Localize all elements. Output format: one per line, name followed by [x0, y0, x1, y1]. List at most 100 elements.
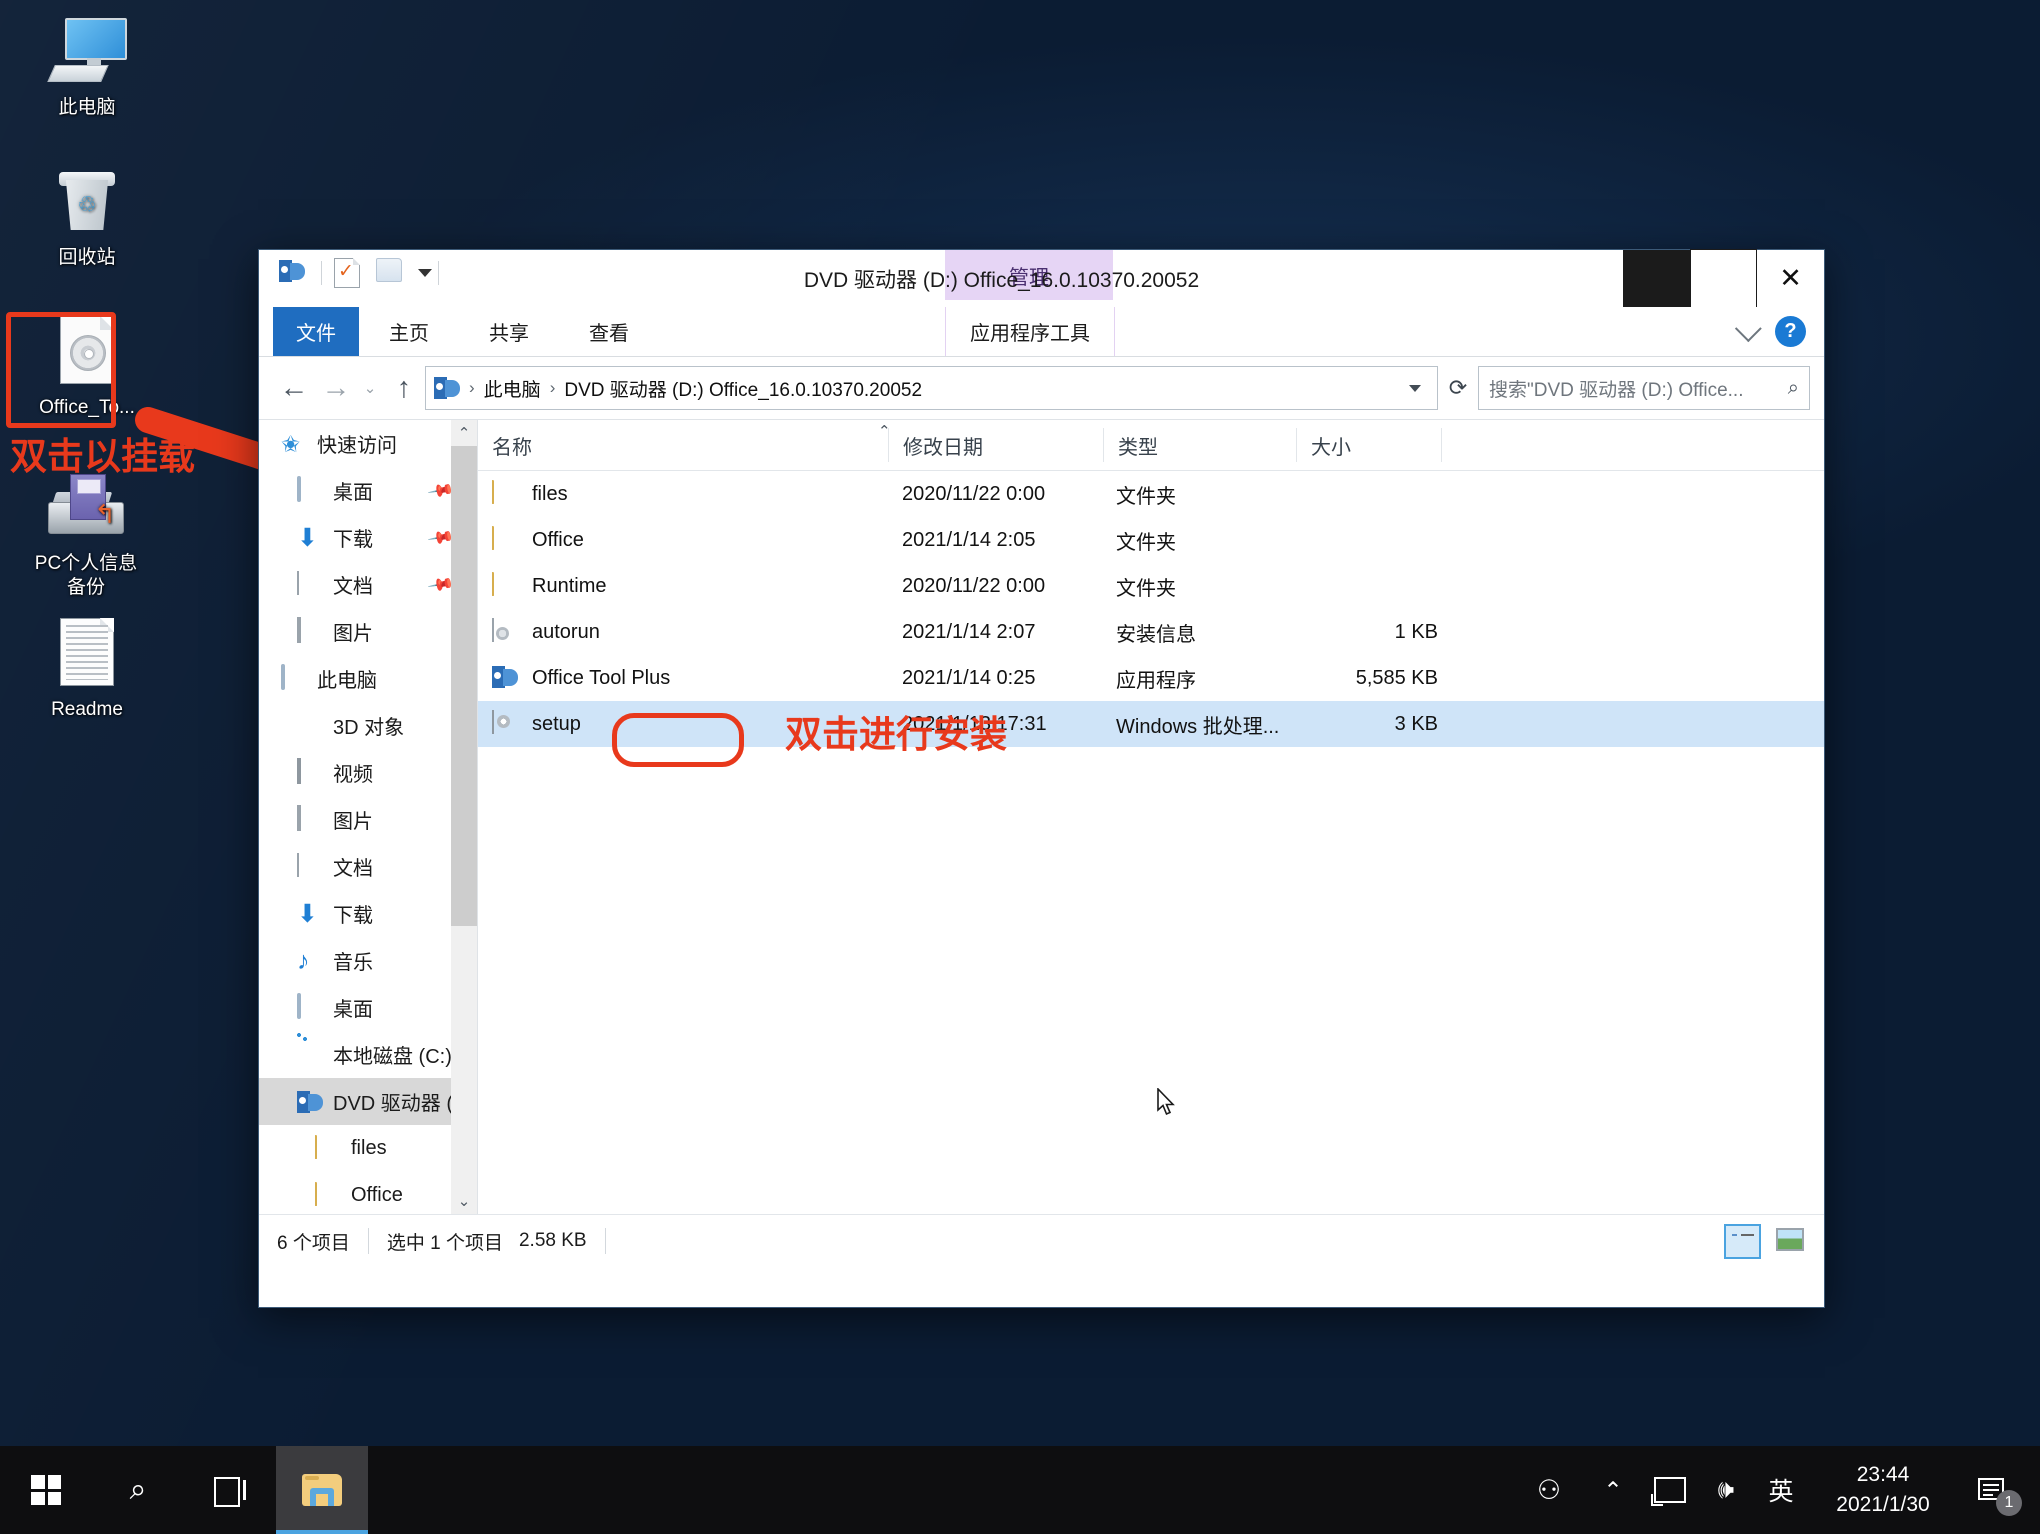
file-date-cell: 2021/1/13 17:31: [902, 712, 1047, 735]
column-header-name[interactable]: 名称: [478, 428, 889, 462]
sidebar-item-10[interactable]: ⬇ 下载: [259, 890, 477, 937]
tab-home[interactable]: 主页: [371, 307, 447, 356]
scroll-down-icon[interactable]: ⌄: [451, 1188, 477, 1214]
desktop-icon-label-line2: 备份: [66, 577, 105, 598]
table-row[interactable]: Office 2021/1/14 2:05 文件夹: [478, 517, 1824, 563]
desktop-icon-this-pc[interactable]: 此电脑: [12, 14, 162, 120]
minimize-button[interactable]: [1623, 250, 1690, 307]
sidebar-item-15[interactable]: files: [259, 1125, 477, 1172]
volume-icon[interactable]: 🕪: [1698, 1446, 1754, 1534]
desktop-icon-pc-backup[interactable]: ↰ PC个人信息 备份: [6, 470, 166, 600]
tab-view[interactable]: 查看: [571, 307, 647, 356]
sidebar-item-16[interactable]: Office: [259, 1172, 477, 1214]
status-selection: 选中 1 个项目: [386, 1232, 503, 1254]
sidebar-item-4[interactable]: 图片: [259, 608, 477, 655]
help-icon[interactable]: ?: [1775, 316, 1806, 347]
sidebar-item-3[interactable]: 文档 📌: [259, 561, 477, 608]
sidebar-item-6[interactable]: 3D 对象: [259, 702, 477, 749]
table-row[interactable]: Runtime 2020/11/22 0:00 文件夹: [478, 563, 1824, 609]
file-size-cell: [1294, 563, 1462, 609]
tab-file[interactable]: 文件: [273, 307, 359, 356]
file-name: Office Tool Plus: [532, 666, 671, 689]
sidebar-item-12[interactable]: 桌面: [259, 984, 477, 1031]
chevron-down-icon[interactable]: [1409, 384, 1421, 392]
file-name-cell: Office Tool Plus: [478, 655, 888, 701]
scrollbar-thumb[interactable]: [451, 446, 477, 926]
file-name-cell: Runtime: [478, 563, 888, 609]
people-icon[interactable]: ⚇: [1514, 1446, 1584, 1534]
breadcrumb-this-pc[interactable]: 此电脑: [484, 375, 541, 402]
file-size-cell: 3 KB: [1394, 712, 1438, 735]
file-type-cell: 安装信息: [1116, 623, 1196, 646]
sidebar-item-0[interactable]: ✬ 快速访问: [259, 420, 477, 467]
documents-icon: [297, 852, 323, 880]
pictures-icon: [297, 616, 323, 645]
desktop-icon-readme[interactable]: Readme: [12, 616, 162, 722]
recent-locations-icon[interactable]: ⌄: [357, 367, 383, 409]
3d-objects-icon: [297, 713, 323, 739]
sidebar-item-9[interactable]: 文档: [259, 843, 477, 890]
column-header-size[interactable]: 大小: [1297, 428, 1442, 462]
file-type-cell: 应用程序: [1116, 669, 1196, 692]
breadcrumb-dvd-drive[interactable]: DVD 驱动器 (D:) Office_16.0.10370.20052: [564, 375, 922, 402]
desktop-icon-recycle-bin[interactable]: ♲ 回收站: [12, 164, 162, 270]
taskbar-search-button[interactable]: ⌕: [92, 1446, 184, 1534]
downloads-icon: ⬇: [297, 523, 318, 552]
sidebar-item-8[interactable]: 图片: [259, 796, 477, 843]
taskbar-file-explorer-button[interactable]: [276, 1446, 368, 1534]
sidebar-item-label: 文档: [333, 858, 373, 880]
network-icon[interactable]: [1642, 1446, 1698, 1534]
table-row[interactable]: autorun 2021/1/14 2:07 安装信息 1 KB: [478, 609, 1824, 655]
tab-share[interactable]: 共享: [471, 307, 547, 356]
maximize-button[interactable]: [1690, 249, 1757, 308]
search-input[interactable]: 搜索"DVD 驱动器 (D:) Office... ⌕: [1478, 366, 1810, 410]
chevron-down-icon[interactable]: [1734, 315, 1762, 343]
up-button[interactable]: ↑: [383, 367, 425, 409]
sidebar-item-13[interactable]: 本地磁盘 (C:): [259, 1031, 477, 1078]
tab-application-tools[interactable]: 应用程序工具: [945, 307, 1115, 356]
folder-icon: [315, 1134, 341, 1162]
back-button[interactable]: ←: [273, 367, 315, 409]
sidebar-item-label: 音乐: [333, 952, 373, 974]
sidebar-item-5[interactable]: 此电脑: [259, 655, 477, 702]
file-name: autorun: [532, 620, 600, 643]
file-name-cell: Office: [478, 517, 888, 563]
address-bar[interactable]: › 此电脑 › DVD 驱动器 (D:) Office_16.0.10370.2…: [425, 366, 1438, 410]
sidebar-item-7[interactable]: 视频: [259, 749, 477, 796]
notifications-button[interactable]: 1: [1958, 1446, 2026, 1534]
sidebar-item-11[interactable]: ♪ 音乐: [259, 937, 477, 984]
folder-icon: [492, 526, 520, 553]
sidebar-item-2[interactable]: ⬇ 下载 📌: [259, 514, 477, 561]
navigation-tree: ✬ 快速访问 桌面 📌 ⬇ 下载 📌 文档 📌 图片 此电脑 3D 对象 视频 图片 文档 ⬇ 下载 ♪ 音乐 桌面本…: [259, 420, 477, 1214]
application-icon: [492, 665, 520, 691]
sidebar-item-label: Office: [351, 1184, 403, 1206]
task-view-button[interactable]: [184, 1446, 276, 1534]
breadcrumb-separator: ›: [549, 378, 556, 397]
column-header-type[interactable]: 类型: [1104, 428, 1297, 462]
file-name: Runtime: [532, 574, 607, 597]
table-row[interactable]: setup 2021/1/13 17:31 Windows 批处理... 3 KB: [478, 701, 1824, 747]
file-size-cell: 5,585 KB: [1355, 666, 1438, 689]
nav-scrollbar[interactable]: ⌃ ⌄: [451, 420, 477, 1214]
clock[interactable]: 23:44 2021/1/30: [1808, 1446, 1958, 1534]
table-row[interactable]: files 2020/11/22 0:00 文件夹: [478, 471, 1824, 517]
sidebar-item-1[interactable]: 桌面 📌: [259, 467, 477, 514]
view-buttons: [1724, 1223, 1824, 1259]
task-view-icon: [214, 1477, 246, 1507]
ime-indicator[interactable]: 英: [1754, 1446, 1808, 1534]
scroll-up-icon[interactable]: ⌃: [451, 420, 477, 446]
close-button[interactable]: ✕: [1757, 250, 1824, 307]
text-document-icon: [12, 616, 162, 690]
start-button[interactable]: [0, 1446, 92, 1534]
system-tray: ⚇ ⌃ 🕪 英 23:44 2021/1/30 1: [1514, 1446, 2040, 1534]
details-view-button[interactable]: [1724, 1223, 1761, 1259]
forward-button[interactable]: →: [315, 367, 357, 409]
column-header-date[interactable]: 修改日期: [889, 428, 1104, 462]
show-hidden-icons-icon[interactable]: ⌃: [1584, 1446, 1642, 1534]
desktop-icon-office-tool[interactable]: Office_To...: [12, 314, 162, 420]
refresh-button[interactable]: ⟳: [1438, 367, 1478, 409]
large-icons-view-button[interactable]: [1773, 1224, 1806, 1255]
sidebar-item-14[interactable]: DVD 驱动器 (D:: [259, 1078, 477, 1125]
table-row[interactable]: Office Tool Plus 2021/1/14 0:25 应用程序 5,585 …: [478, 655, 1824, 701]
file-date-cell: 2020/11/22 0:00: [902, 574, 1046, 597]
